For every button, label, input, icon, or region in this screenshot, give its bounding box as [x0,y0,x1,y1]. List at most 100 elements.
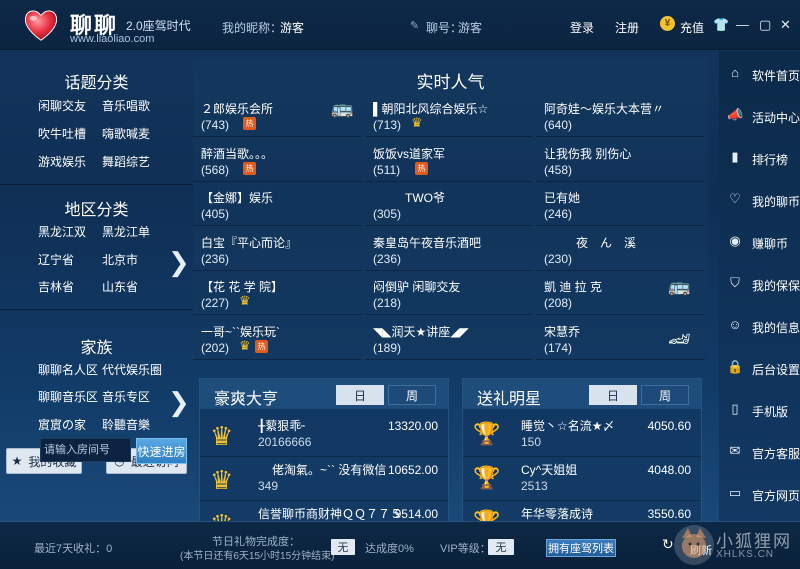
family-item[interactable]: 代代娱乐圈 [102,361,162,378]
region-item[interactable]: 山东省 [102,278,138,295]
family-item[interactable]: 聊聊名人区 [38,361,98,378]
right-nav-item[interactable]: ▭ 官方网页 [719,473,800,513]
room-item[interactable]: 夜 ん 溪 (230) [536,228,704,271]
room-name: 让我伤我 别伤心 [544,146,632,161]
logo-heart-icon [24,10,58,41]
right-nav-item[interactable]: ☺ 我的信息 [719,305,800,345]
rich-tab-week[interactable]: 周 [388,385,436,405]
room-item[interactable]: 让我伤我 别伤心 (458) [536,139,704,182]
bus-icon: 🚌 [331,98,354,118]
topic-item[interactable]: 游戏娱乐 [38,153,86,170]
right-nav-item[interactable]: 🔒 后台设置 [719,347,800,387]
ranking-value: 13320.00 [387,419,438,433]
ranking-name: ╂蕠狠乖╴ [258,419,309,433]
skin-icon[interactable]: 👕 [713,17,729,33]
room-item[interactable]: 一哥~``娱乐玩` (202) 热 ♛ [193,317,361,360]
ranking-row[interactable]: ♛ ╂蕠狠乖╴ 20166666 13320.00 [200,413,448,457]
phone-icon: ▯ [731,401,739,416]
right-nav-label: 官方网页 [752,489,800,503]
register-button[interactable]: 注册 [615,19,639,36]
right-nav-item[interactable]: ▮ 排行榜 [719,137,800,177]
ranking-row[interactable]: 🏆 年华零落成诗 3550.60 [463,501,701,522]
right-nav-label: 手机版 [752,405,789,419]
header-bar: 聊聊 2.0座驾时代 www.liaoliao.com 我的昵称： 游客 ✎ 聊… [0,0,800,50]
room-count: (174) [544,340,573,355]
room-item[interactable]: ２郎娱乐会所 (743) 热 🚌 [193,94,361,137]
topic-item[interactable]: 吹牛吐槽 [38,125,86,142]
room-item[interactable]: 【金娜】娱乐 (405) [193,183,361,226]
region-next-chevron-icon[interactable]: ❯ [168,247,190,278]
right-nav-item[interactable]: ⛉ 我的保保 [719,263,800,303]
room-item[interactable]: TWO爷 (305) [365,183,533,226]
room-item[interactable]: 阿奇娃～娱乐大本营〃 (640) [536,94,704,137]
topic-item[interactable]: 闲聊交友 [38,97,86,114]
room-name: 闷倒驴 闲聊交友 [373,280,461,294]
right-nav-item[interactable]: 📣 活动中心 [719,95,800,135]
ranking-id: 349 [258,479,279,493]
right-nav-item[interactable]: ⌂ 软件首页 [719,53,800,93]
room-number-input[interactable] [40,438,131,462]
room-item[interactable]: 闷倒驴 闲聊交友 (218) [365,272,533,315]
room-item[interactable]: 凱 迪 拉 克 (208) 🚌 [536,272,704,315]
room-count: (202) [201,340,230,355]
nickname-value: 游客 [280,21,305,35]
family-title: 家族 [80,340,113,357]
family-item[interactable]: 賔賔の家 [38,416,86,433]
right-nav-item[interactable]: ◉ 赚聊币 [719,221,800,261]
region-item[interactable]: 辽宁省 [38,251,74,268]
vip-value: 无 [488,539,514,555]
account-value: 游客 [458,21,483,35]
right-nav-item[interactable]: ✉ 官方客服 [719,431,800,471]
quick-enter-button[interactable]: 快速进房 [136,438,187,464]
gift-tab-week[interactable]: 周 [641,385,689,405]
crown-icon: ♛ [239,293,251,308]
topic-title: 话题分类 [64,75,129,92]
right-nav-item[interactable]: ▯ 手机版 [719,389,800,429]
coin-icon[interactable]: ¥ [660,16,675,31]
pencil-icon[interactable]: ✎ [410,19,419,32]
family-next-chevron-icon[interactable]: ❯ [168,387,190,418]
ranking-value: 4048.00 [647,463,691,477]
right-nav-item[interactable]: ♡ 我的聊币 [719,179,800,219]
rich-tab-day[interactable]: 日 [336,385,384,405]
login-button[interactable]: 登录 [570,19,594,36]
region-item[interactable]: 北京市 [102,251,138,268]
family-item[interactable]: 音乐专区 [102,388,150,405]
ranking-row[interactable]: ♛信誉聊币商财神ＱＱ７７５9514.00 [200,501,448,522]
room-name: 白宝『平心而论』 [201,235,298,250]
room-count: (189) [373,340,402,355]
room-item[interactable]: 已有她 (246) [536,183,704,226]
room-name: 宋慧乔 [544,324,581,339]
room-item[interactable]: 【花 花 学 院】 (227) ♛ [193,272,361,315]
ranking-name: 年华零落成诗 [521,507,594,521]
room-item[interactable]: 秦皇岛午夜音乐酒吧 (236) [365,228,533,271]
crown-icon: ♛ [411,115,423,130]
room-item[interactable]: ▌朝阳北风综合娱乐☆ (713) ♛ [365,94,533,137]
recharge-button[interactable]: 充值 [680,19,704,36]
topic-item[interactable]: 舞蹈综艺 [102,153,150,170]
topic-item[interactable]: 嗨歌喊麦 [102,125,150,142]
family-item[interactable]: 聊聊音乐区 [38,388,98,405]
room-item[interactable]: 醉酒当歌。。。 (568) 热 [193,139,361,182]
close-icon[interactable]: ✕ [780,17,791,33]
room-name: 【金娜】娱乐 [201,191,274,205]
ranking-row[interactable]: ♛ 佬淘氣。~`` 没有微信 349 10652.00 [200,457,448,501]
divider [0,309,193,310]
ranking-row[interactable]: 🏆 Cy^天姐姐 2513 4048.00 [463,457,701,501]
room-item[interactable]: 饭饭vs道家军 (511) 热 [365,139,533,182]
room-item[interactable]: 宋慧乔 (174) 🏎 [536,317,704,360]
ranking-value: 9514.00 [394,507,438,521]
maximize-icon[interactable]: ▢ [759,17,771,33]
ranking-row[interactable]: 🏆 睡觉丶☆名流★〆 150 4050.60 [463,413,701,457]
family-item[interactable]: 聆聽音樂 [102,416,150,433]
topic-item[interactable]: 音乐唱歌 [102,97,150,114]
minimize-icon[interactable]: — [736,17,749,32]
crown-icon: ♛ [239,337,251,353]
room-item[interactable]: 白宝『平心而论』 (236) [193,228,361,271]
region-item[interactable]: 黑龙江双 [38,223,86,240]
region-item[interactable]: 黑龙江单 [102,223,150,240]
room-item[interactable]: ◥◣润天★讲座◢◤ (189) [365,317,533,360]
gift-tab-day[interactable]: 日 [589,385,637,405]
region-item[interactable]: 吉林省 [38,278,74,295]
car-list-button[interactable]: 拥有座驾列表 [546,539,616,557]
